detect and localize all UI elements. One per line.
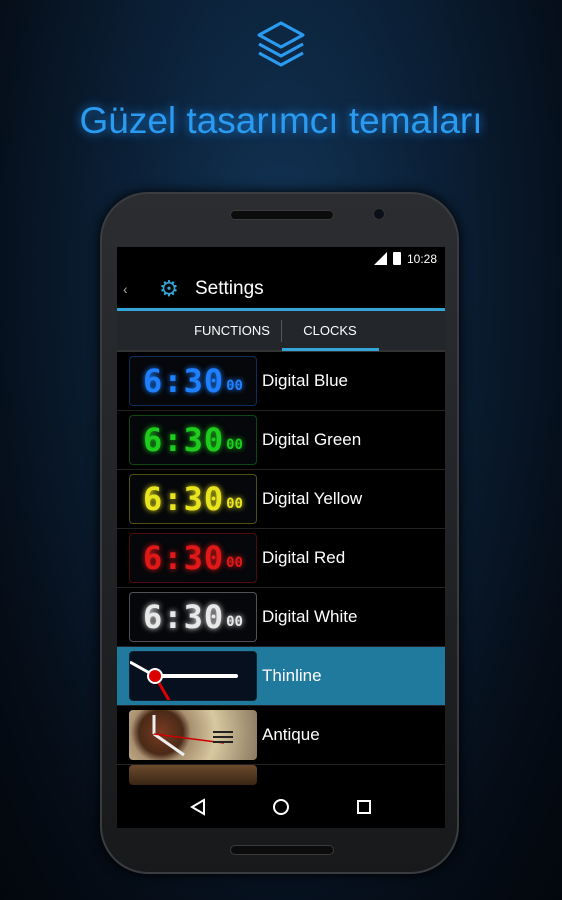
tab-bar: FUNCTIONS CLOCKS (117, 311, 445, 352)
back-chevron-icon[interactable]: ‹ (123, 281, 143, 297)
headline: Güzel tasarımcı temaları (79, 100, 483, 141)
nav-home-icon[interactable] (272, 798, 290, 816)
antique-clock-thumbnail (129, 710, 257, 760)
list-item[interactable]: Thinline (117, 647, 445, 706)
list-item-label: Digital Yellow (262, 489, 363, 508)
thumb-seconds: 00 (226, 378, 243, 394)
clock-list[interactable]: 6:30 00 Digital Blue 6:30 00 Digital Green 6… (117, 352, 445, 765)
signal-icon (373, 252, 387, 265)
speaker-bottom (230, 845, 334, 855)
list-item-partial[interactable] (117, 765, 445, 785)
thumb-time: 6:30 (143, 362, 225, 400)
list-item[interactable]: 6:30 00 Digital Yellow (117, 470, 445, 529)
thumb-time: 6:30 (143, 598, 225, 636)
digital-clock-thumbnail: 6:30 00 (129, 592, 257, 642)
nav-back-icon[interactable] (190, 798, 206, 816)
layers-icon (257, 21, 305, 67)
camera (373, 208, 385, 220)
page-title: Settings (195, 278, 264, 299)
list-item[interactable]: 6:30 00 Digital Green (117, 411, 445, 470)
digital-clock-thumbnail: 6:30 00 (129, 415, 257, 465)
nav-recents-icon[interactable] (356, 799, 372, 815)
word-clock-thumbnail (129, 765, 257, 785)
tab-functions[interactable]: FUNCTIONS (184, 310, 281, 351)
thumb-time: 6:30 (143, 421, 225, 459)
list-item[interactable]: Antique (117, 706, 445, 765)
list-item-label: Digital Red (262, 548, 346, 567)
list-item[interactable]: 6:30 00 Digital Red (117, 529, 445, 588)
list-item-label: Digital White (262, 607, 358, 626)
tab-clocks[interactable]: CLOCKS (281, 310, 379, 351)
status-time: 10:28 (406, 251, 437, 266)
thumb-time: 6:30 (143, 480, 225, 518)
list-item-label: Antique (262, 725, 320, 744)
list-item[interactable]: 6:30 00 Digital White (117, 588, 445, 647)
action-bar: ‹ ⚙ Settings (117, 270, 445, 311)
list-item-label: Digital Green (262, 430, 362, 449)
thumb-seconds: 00 (226, 437, 243, 453)
list-item-label: Digital Blue (262, 371, 348, 390)
battery-icon (392, 252, 401, 265)
speaker-top (230, 210, 334, 220)
gear-icon[interactable]: ⚙ (143, 276, 195, 302)
thumb-seconds: 00 (226, 496, 243, 512)
status-bar: 10:28 (117, 247, 445, 270)
thinline-clock-thumbnail (129, 651, 257, 701)
phone-screen: 10:28 ‹ ⚙ Settings FUNCTIONS CLOCKS 6:30… (117, 247, 445, 828)
thumb-time: 6:30 (143, 539, 225, 577)
navigation-bar (117, 786, 445, 828)
thumb-seconds: 00 (226, 614, 243, 630)
list-item-label: Thinline (262, 666, 322, 685)
thumb-seconds: 00 (226, 555, 243, 571)
digital-clock-thumbnail: 6:30 00 (129, 533, 257, 583)
list-item[interactable]: 6:30 00 Digital Blue (117, 352, 445, 411)
digital-clock-thumbnail: 6:30 00 (129, 474, 257, 524)
digital-clock-thumbnail: 6:30 00 (129, 356, 257, 406)
